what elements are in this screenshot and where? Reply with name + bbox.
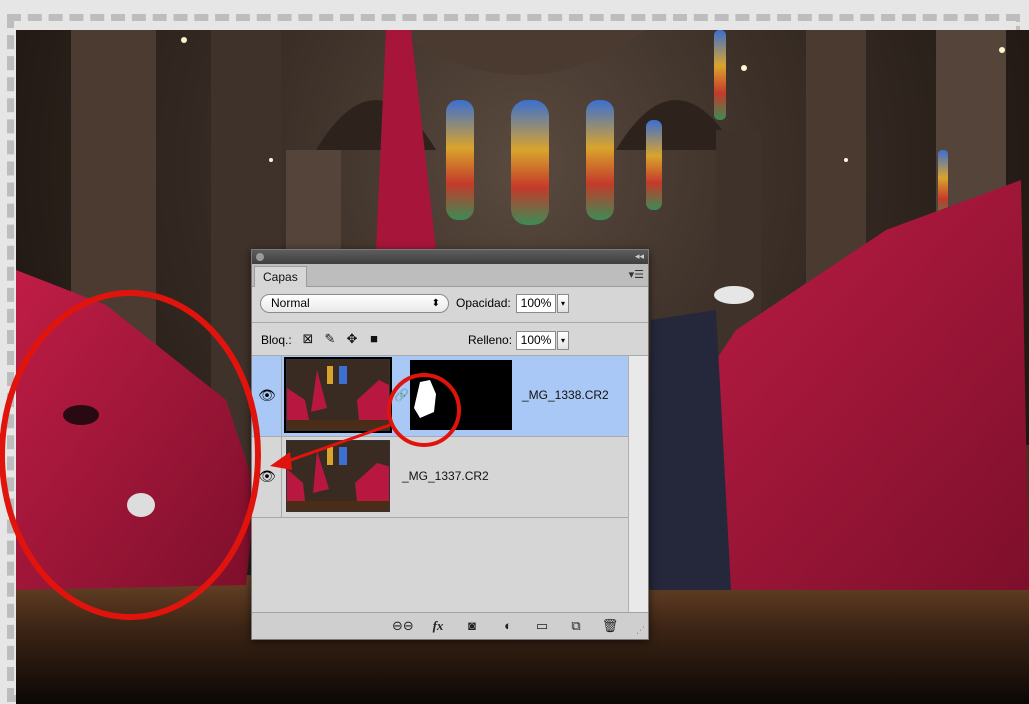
visibility-column: 👁 bbox=[252, 437, 282, 517]
fx-icon[interactable]: fx bbox=[428, 618, 448, 634]
adjustment-icon[interactable]: ◐ bbox=[498, 618, 518, 634]
visibility-column: 👁 bbox=[252, 356, 282, 436]
fill-dropdown[interactable]: ▾ bbox=[557, 331, 569, 350]
fill-label: Relleno: bbox=[468, 333, 513, 347]
mask-image bbox=[414, 380, 436, 418]
layer-row[interactable]: 👁 🔗 _MG_1338.CR2 bbox=[252, 356, 628, 437]
blend-row: Normal ⬍ Opacidad: 100% ▾ bbox=[252, 288, 648, 318]
lock-paint-icon[interactable]: ✎ bbox=[322, 331, 338, 347]
lock-transparent-icon[interactable]: ⊠ bbox=[300, 331, 316, 347]
panel-titlebar[interactable]: ◂◂ bbox=[252, 250, 648, 264]
lock-move-icon[interactable]: ✥ bbox=[344, 331, 360, 347]
fill-input[interactable]: 100% bbox=[516, 331, 556, 350]
layer-thumbnail[interactable] bbox=[284, 357, 392, 433]
mask-icon[interactable]: ◙ bbox=[462, 618, 482, 634]
opacity-label: Opacidad: bbox=[456, 296, 511, 310]
lock-label: Bloq.: bbox=[261, 333, 292, 347]
layer-row[interactable]: 👁 _MG_1337.CR2 bbox=[252, 437, 628, 518]
trash-icon[interactable]: 🗑 bbox=[600, 618, 620, 634]
resize-grip-icon[interactable]: ⋰ bbox=[636, 625, 645, 636]
panel-footer: ⊖⊖ fx ◙ ◐ ▭ ⧉ 🗑 ⋰ bbox=[252, 612, 648, 639]
tab-layers[interactable]: Capas bbox=[254, 266, 307, 287]
layers-scrollbar[interactable] bbox=[628, 356, 648, 614]
opacity-dropdown[interactable]: ▾ bbox=[557, 294, 569, 313]
layer-mask-thumbnail[interactable] bbox=[410, 360, 512, 430]
opacity-input[interactable]: 100% bbox=[516, 294, 556, 313]
collapse-icon[interactable]: ◂◂ bbox=[635, 251, 644, 262]
layers-list: 👁 🔗 _MG_1338.CR2 👁 _MG_1337.CR2 bbox=[252, 356, 628, 614]
layer-thumbnail[interactable] bbox=[286, 440, 390, 512]
lock-all-icon[interactable]: ■ bbox=[366, 331, 382, 347]
layer-name[interactable]: _MG_1337.CR2 bbox=[402, 469, 489, 483]
mask-link-icon[interactable]: 🔗 bbox=[394, 388, 409, 402]
folder-icon[interactable]: ▭ bbox=[532, 618, 552, 634]
updown-icon: ⬍ bbox=[431, 298, 440, 309]
panel-tab-row: Capas ▾☰ bbox=[252, 264, 648, 287]
layers-panel: ◂◂ Capas ▾☰ Normal ⬍ Opacidad: 100% ▾ Bl… bbox=[251, 249, 649, 640]
thumbnail-image bbox=[287, 441, 389, 511]
divider bbox=[252, 322, 648, 323]
eye-icon[interactable]: 👁 bbox=[258, 386, 276, 404]
blend-mode-select[interactable]: Normal ⬍ bbox=[260, 294, 449, 313]
layer-name[interactable]: _MG_1338.CR2 bbox=[522, 388, 609, 402]
thumbnail-image bbox=[287, 360, 389, 430]
new-layer-icon[interactable]: ⧉ bbox=[566, 618, 586, 634]
close-icon[interactable] bbox=[256, 253, 264, 261]
blend-mode-value: Normal bbox=[271, 296, 310, 310]
lock-row: Bloq.: ⊠ ✎ ✥ ■ Relleno: 100% ▾ bbox=[252, 324, 648, 354]
link-icon[interactable]: ⊖⊖ bbox=[392, 618, 414, 634]
panel-menu-icon[interactable]: ▾☰ bbox=[629, 268, 644, 281]
eye-icon[interactable]: 👁 bbox=[258, 467, 276, 485]
